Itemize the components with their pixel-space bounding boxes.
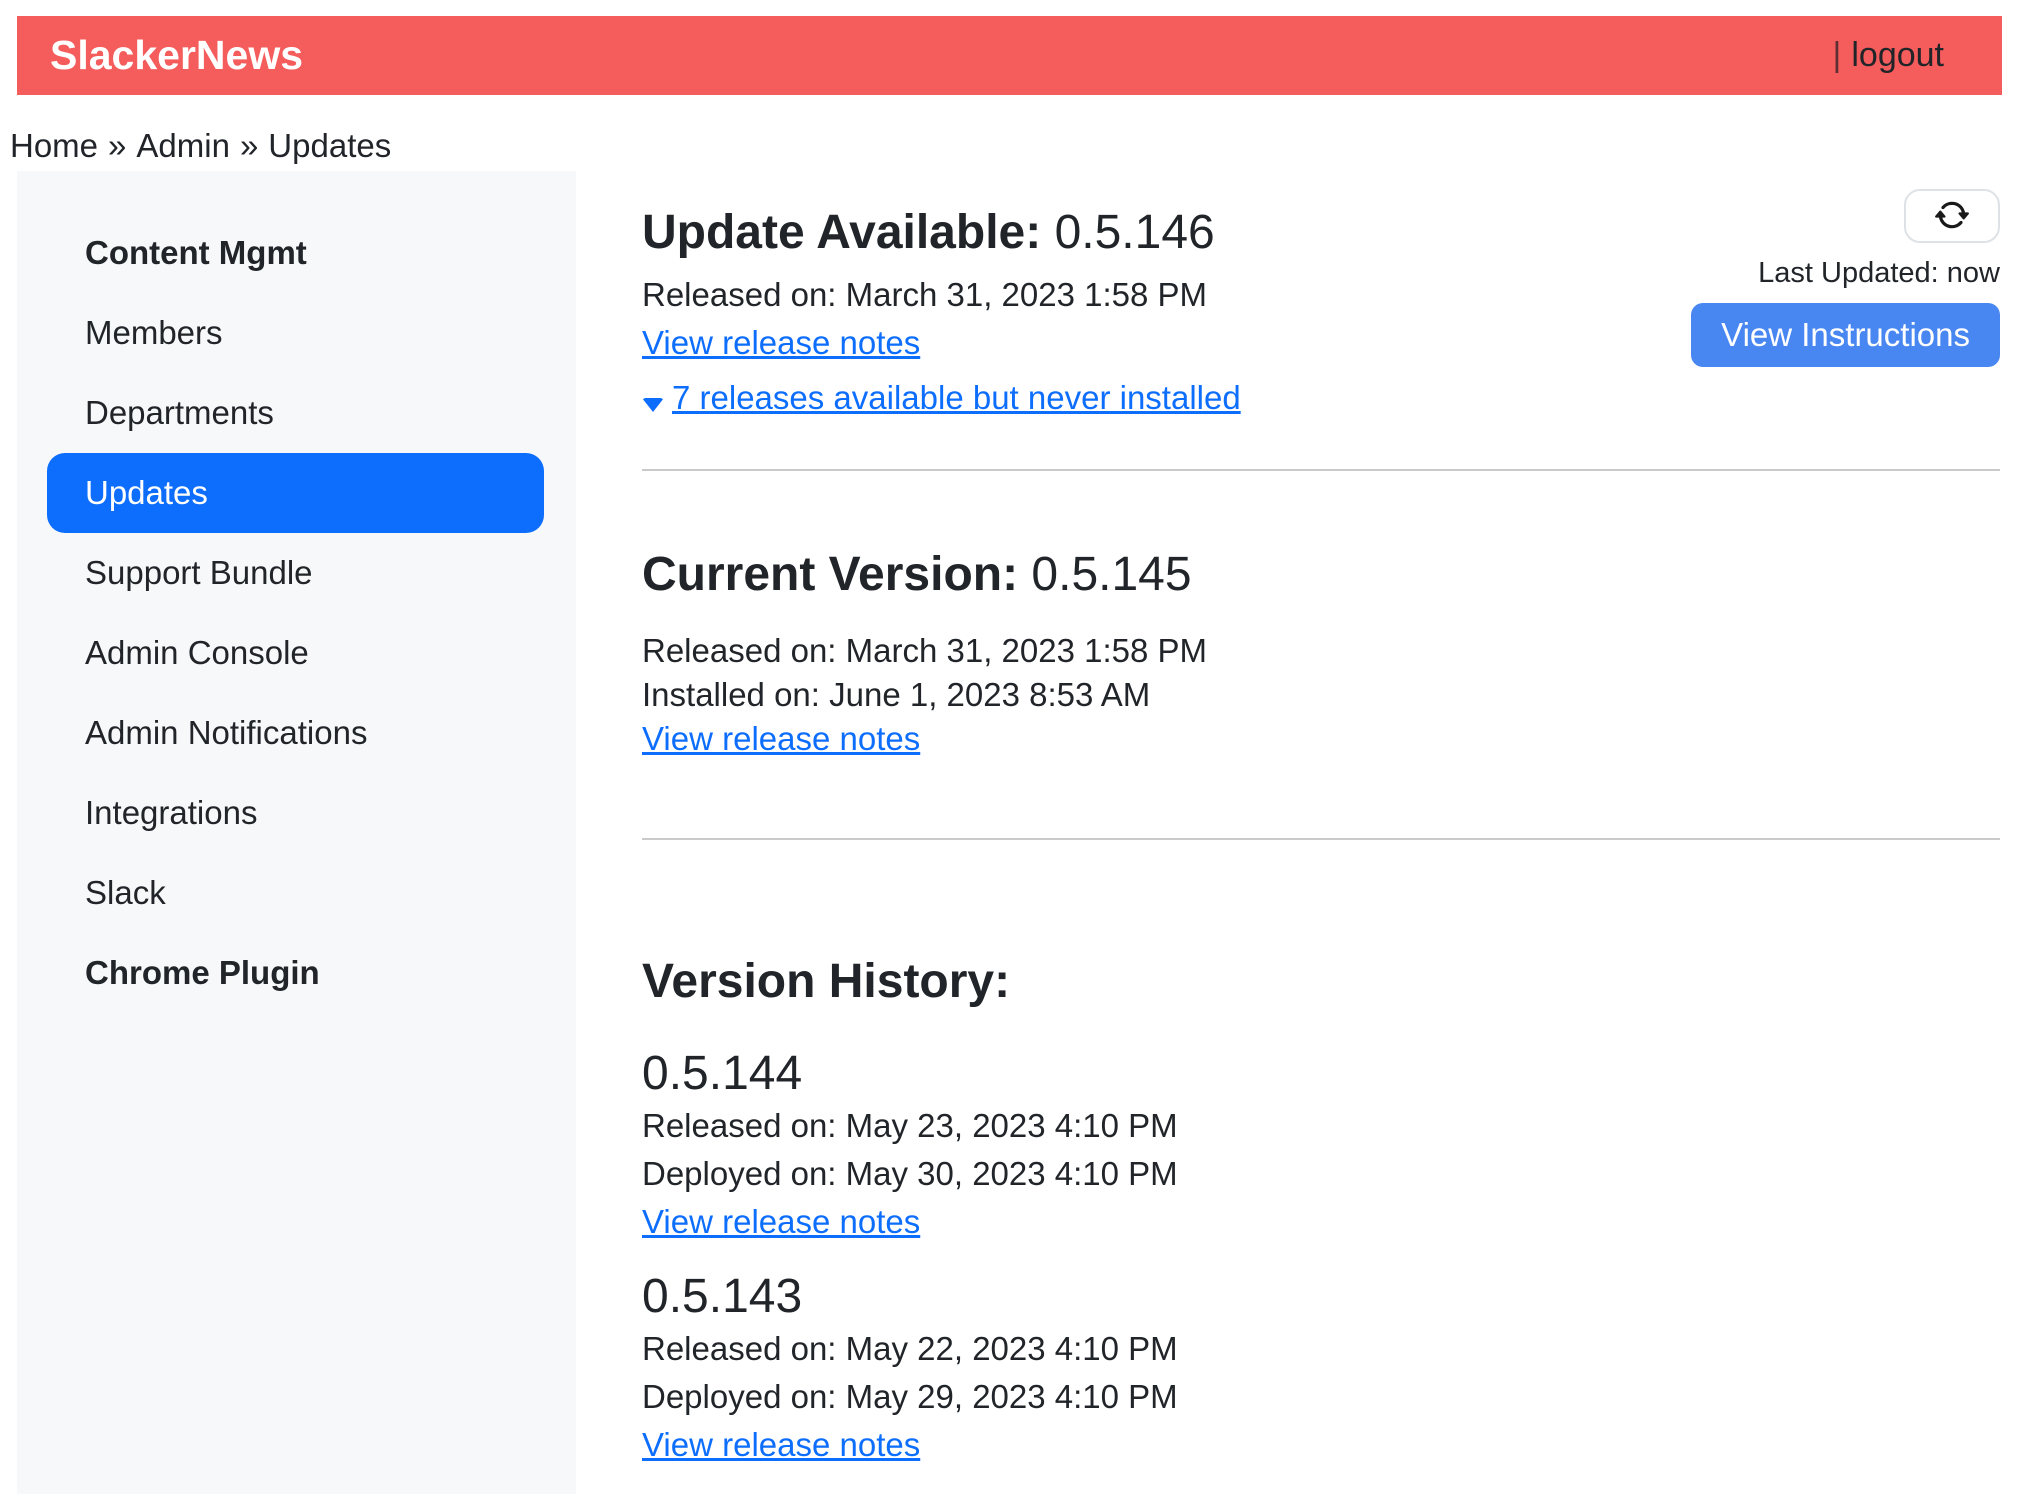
sidebar-item-chrome-plugin[interactable]: Chrome Plugin [47,933,544,1013]
history-version-number: 0.5.143 [642,1269,2000,1325]
current-version-number: 0.5.145 [1031,548,1191,601]
breadcrumb-home[interactable]: Home [10,127,98,164]
updates-main: Update Available: 0.5.146 Released on: M… [576,171,2002,1476]
content-layout: Content Mgmt Members Departments Updates… [17,171,2002,1494]
current-released-on: Released on: March 31, 2023 1:58 PM [642,629,2000,673]
sidebar-item-admin-notifications[interactable]: Admin Notifications [47,693,544,773]
history-released-on: Released on: May 23, 2023 4:10 PM [642,1102,2000,1150]
sidebar-item-admin-console[interactable]: Admin Console [47,613,544,693]
logout-area: | logout [1833,36,1944,75]
current-version-section: Current Version: 0.5.145 Released on: Ma… [642,547,2000,768]
history-release-notes-link[interactable]: View release notes [642,1426,920,1463]
update-available-info: Update Available: 0.5.146 Released on: M… [642,205,1241,429]
current-installed-on: Installed on: June 1, 2023 8:53 AM [642,673,2000,717]
sidebar-item-updates[interactable]: Updates [47,453,544,533]
update-available-title: Update Available: [642,206,1041,259]
update-actions: Last Updated: now View Instructions [1691,189,2000,367]
breadcrumb-separator: » [108,127,126,164]
sidebar-item-content-mgmt[interactable]: Content Mgmt [47,213,544,293]
breadcrumb: Home » Admin » Updates [10,125,2002,167]
version-history-entry: 0.5.144 Released on: May 23, 2023 4:10 P… [642,1046,2000,1253]
view-instructions-button[interactable]: View Instructions [1691,303,2000,367]
sidebar-item-members[interactable]: Members [47,293,544,373]
breadcrumb-updates[interactable]: Updates [268,127,391,164]
last-updated-text: Last Updated: now [1758,257,2000,290]
refresh-icon [1935,198,1969,235]
current-version-heading: Current Version: 0.5.145 [642,547,2000,603]
caret-down-icon [642,398,664,412]
section-divider [642,838,2000,840]
history-released-on: Released on: May 22, 2023 4:10 PM [642,1325,2000,1373]
version-history-entry: 0.5.143 Released on: May 22, 2023 4:10 P… [642,1269,2000,1476]
update-released-on: Released on: March 31, 2023 1:58 PM [642,271,1241,319]
history-version-number: 0.5.144 [642,1046,2000,1102]
sidebar-item-support-bundle[interactable]: Support Bundle [47,533,544,613]
current-version-title: Current Version: [642,548,1018,601]
version-history-heading: Version History: [642,954,2000,1010]
update-release-notes-link[interactable]: View release notes [642,324,920,361]
update-available-version: 0.5.146 [1055,206,1215,259]
history-deployed-on: Deployed on: May 29, 2023 4:10 PM [642,1373,2000,1421]
update-available-heading: Update Available: 0.5.146 [642,205,1241,261]
sidebar-item-departments[interactable]: Departments [47,373,544,453]
history-deployed-on: Deployed on: May 30, 2023 4:10 PM [642,1150,2000,1198]
pending-releases-link[interactable]: 7 releases available but never installed [672,379,1241,416]
section-divider [642,469,2000,471]
version-history-title: Version History: [642,955,1010,1008]
admin-sidebar: Content Mgmt Members Departments Updates… [17,171,576,1494]
refresh-button[interactable] [1904,189,2000,243]
breadcrumb-admin[interactable]: Admin [136,127,230,164]
logout-separator: | [1833,36,1842,75]
update-available-section: Update Available: 0.5.146 Released on: M… [642,205,2000,429]
sidebar-item-slack[interactable]: Slack [47,853,544,933]
sidebar-item-integrations[interactable]: Integrations [47,773,544,853]
logout-link[interactable]: logout [1851,36,1944,75]
version-history-section: Version History: 0.5.144 Released on: Ma… [642,954,2000,1476]
brand-logo: SlackerNews [50,32,303,79]
current-release-notes-link[interactable]: View release notes [642,720,920,757]
breadcrumb-separator: » [240,127,258,164]
app-header: SlackerNews | logout [17,16,2002,95]
history-release-notes-link[interactable]: View release notes [642,1203,920,1240]
